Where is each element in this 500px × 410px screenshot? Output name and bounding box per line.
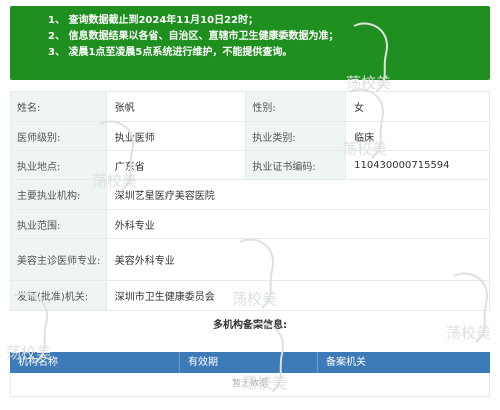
category-label: 执业类别:	[245, 121, 347, 151]
table-row: 发证(批准)机关: 深圳市卫生健康委员会	[10, 280, 491, 311]
institution-value: 深圳艺星医疗美容医院	[105, 179, 491, 210]
category-value: 临床	[345, 121, 490, 151]
table-row: 医师级别: 执业医师 执业类别: 临床	[10, 121, 490, 151]
name-value: 张帆	[105, 91, 247, 122]
cosmetic-label: 美容主诊医师专业:	[10, 238, 107, 281]
gender-value: 女	[345, 91, 490, 122]
column-header-org-name: 机构名称	[10, 352, 180, 373]
table-row: 姓名: 张帆 性别: 女	[10, 91, 490, 122]
institution-label: 主要执业机构:	[10, 179, 107, 210]
scope-label: 执业范围:	[10, 209, 107, 239]
scope-value: 外科专业	[105, 209, 491, 239]
location-label: 执业地点:	[10, 150, 107, 180]
notice-line-1: 1、 查询数据截止到2024年11月10日22时；	[48, 15, 259, 26]
name-label: 姓名:	[10, 91, 107, 122]
level-label: 医师级别:	[10, 121, 107, 151]
issuer-value: 深圳市卫生健康委员会	[105, 280, 491, 311]
gender-label: 性别:	[245, 91, 347, 122]
empty-data-message: 暂无数据	[10, 373, 490, 397]
table-row: 主要执业机构: 深圳艺星医疗美容医院	[10, 179, 491, 210]
notice-line-3: 3、 凌晨1点至凌晨5点系统进行维护，不能提供查询。	[48, 47, 293, 58]
cert-value: 110430000715594	[345, 150, 490, 180]
cert-label: 执业证书编码:	[245, 150, 347, 180]
table-row: 执业地点: 广东省 执业证书编码: 110430000715594	[10, 150, 490, 180]
doctor-info-table: 姓名: 张帆 性别: 女 医师级别: 执业医师 执业类别: 临床 执业地点: 广…	[10, 91, 491, 311]
notice-line-2: 2、 信息数据结果以各省、自治区、直辖市卫生健康委数据为准；	[48, 31, 339, 42]
multi-org-title: 多机构备案信息:	[213, 320, 287, 331]
level-value: 执业医师	[105, 121, 247, 151]
column-header-record-authority: 备案机关	[326, 357, 366, 368]
location-value: 广东省	[105, 150, 247, 180]
table-row: 执业范围: 外科专业	[10, 209, 491, 239]
table-row: 美容主诊医师专业: 美容外科专业	[10, 238, 491, 281]
multi-org-table-header: 机构名称 有效期 备案机关	[10, 352, 490, 373]
issuer-label: 发证(批准)机关:	[10, 280, 107, 311]
query-notice-banner: 1、 查询数据截止到2024年11月10日22时； 2、 信息数据结果以各省、自…	[10, 6, 490, 80]
column-header-validity: 有效期	[180, 352, 318, 373]
cosmetic-value: 美容外科专业	[105, 238, 491, 281]
